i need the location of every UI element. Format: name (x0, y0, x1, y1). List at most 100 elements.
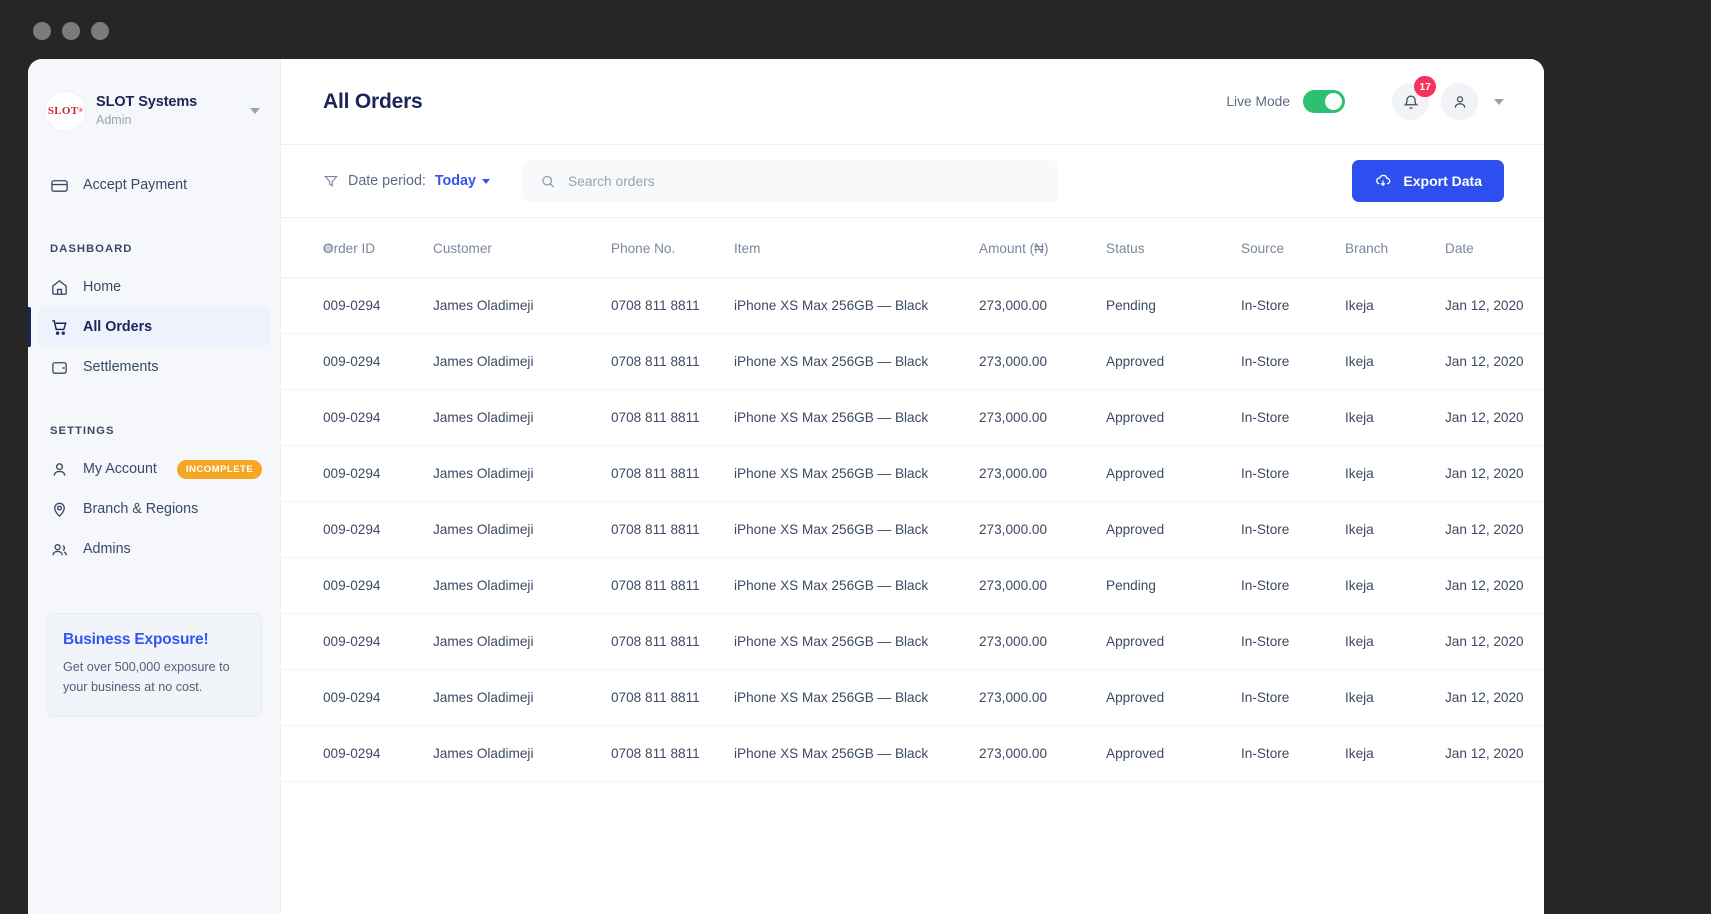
cell-status: Pending (1106, 557, 1241, 614)
cell-source: In-Store (1241, 389, 1345, 446)
column-header-source[interactable]: Source (1241, 218, 1345, 278)
promo-card-business-exposure[interactable]: Business Exposure! Get over 500,000 expo… (46, 613, 262, 718)
search-input[interactable] (567, 173, 1041, 189)
cell-item: iPhone XS Max 256GB — Black (734, 725, 979, 782)
table-row[interactable]: 009-0294 James Oladimeji 0708 811 8811 iPho… (281, 445, 1544, 502)
cell-phone: 0708 811 8811 (611, 389, 734, 446)
cell-date: Jan 12, 2020 (1445, 333, 1544, 390)
promo-title: Business Exposure! (63, 631, 209, 648)
column-header-select (281, 218, 332, 278)
live-mode-label: Live Mode (1226, 94, 1290, 109)
table-header-row: Order ID Customer Phone No. Item Amount … (281, 218, 1544, 278)
cell-amount: 273,000.00 (979, 669, 1106, 726)
filter-icon (324, 176, 338, 187)
cell-item: iPhone XS Max 256GB — Black (734, 613, 979, 670)
cell-amount: 273,000.00 (979, 277, 1106, 334)
row-status-dot-cell (281, 445, 323, 502)
table-row[interactable]: 009-0294 James Oladimeji 0708 811 8811 iPho… (281, 669, 1544, 726)
sidebar-item-admins[interactable]: Admins (38, 529, 270, 569)
column-header-branch[interactable]: Branch (1345, 218, 1445, 278)
home-icon (50, 278, 69, 297)
column-header-amount[interactable]: Amount (₦) (979, 218, 1106, 278)
search-orders-box[interactable] (522, 160, 1058, 202)
date-period-filter[interactable]: Date period: Today (323, 173, 490, 189)
column-header-status[interactable]: Status (1106, 218, 1241, 278)
sidebar-item-label: All Orders (83, 319, 153, 335)
cell-source: In-Store (1241, 613, 1345, 670)
maximize-dot[interactable] (91, 22, 109, 40)
cell-branch: Ikeja (1345, 389, 1445, 446)
toggle-knob (1325, 93, 1342, 110)
cell-date: Jan 12, 2020 (1445, 725, 1544, 782)
brand-name: SLOT Systems (96, 94, 198, 111)
cell-phone: 0708 811 8811 (611, 445, 734, 502)
cell-customer: James Oladimeji (433, 445, 611, 502)
cell-phone: 0708 811 8811 (611, 277, 734, 334)
export-data-label: Export Data (1403, 173, 1482, 189)
sidebar-item-my-account[interactable]: My Account INCOMPLETE (38, 449, 270, 489)
cell-status: Approved (1106, 389, 1241, 446)
cell-order-id: 009-0294 (323, 725, 433, 782)
cell-customer: James Oladimeji (433, 333, 611, 390)
sidebar-item-label: My Account (83, 461, 157, 477)
avatar[interactable] (1441, 83, 1478, 120)
cart-icon (50, 318, 69, 337)
row-status-dot-cell (281, 277, 323, 334)
cell-order-id: 009-0294 (323, 445, 433, 502)
cell-branch: Ikeja (1345, 669, 1445, 726)
sidebar-item-branch-regions[interactable]: Branch & Regions (38, 489, 270, 529)
bell-icon (1403, 95, 1418, 109)
table-row[interactable]: 009-0294 James Oladimeji 0708 811 8811 iPho… (281, 501, 1544, 558)
minimize-dot[interactable] (62, 22, 80, 40)
column-header-date[interactable]: Date (1445, 218, 1544, 278)
chevron-down-icon[interactable] (250, 108, 260, 114)
cell-source: In-Store (1241, 557, 1345, 614)
table-row[interactable]: 009-0294 James Oladimeji 0708 811 8811 iPho… (281, 557, 1544, 614)
window-controls (33, 22, 109, 40)
sidebar-item-label: Settlements (83, 359, 159, 375)
cloud-download-icon (1376, 174, 1391, 187)
sidebar-item-all-orders[interactable]: All Orders (28, 307, 270, 347)
cell-branch: Ikeja (1345, 445, 1445, 502)
row-status-dot-cell (281, 725, 323, 782)
sidebar-item-settlements[interactable]: Settlements (38, 347, 270, 387)
cell-source: In-Store (1241, 669, 1345, 726)
cell-order-id: 009-0294 (323, 613, 433, 670)
export-data-button[interactable]: Export Data (1352, 160, 1504, 202)
column-header-customer[interactable]: Customer (433, 218, 611, 278)
status-badge-incomplete: INCOMPLETE (176, 459, 263, 479)
table-row[interactable]: 009-0294 James Oladimeji 0708 811 8811 iPho… (281, 277, 1544, 334)
cell-date: Jan 12, 2020 (1445, 501, 1544, 558)
cell-date: Jan 12, 2020 (1445, 613, 1544, 670)
sidebar-item-home[interactable]: Home (38, 267, 270, 307)
sidebar-item-accept-payment[interactable]: Accept Payment (38, 165, 270, 205)
cell-order-id: 009-0294 (323, 557, 433, 614)
cell-customer: James Oladimeji (433, 613, 611, 670)
page-title: All Orders (323, 89, 423, 113)
cell-phone: 0708 811 8811 (611, 613, 734, 670)
column-header-order-id[interactable]: Order ID (323, 218, 433, 278)
cell-status: Approved (1106, 445, 1241, 502)
column-header-phone[interactable]: Phone No. (611, 218, 734, 278)
main-content: All Orders Live Mode 17 Date period: Tod… (281, 59, 1544, 914)
close-dot[interactable] (33, 22, 51, 40)
notifications-button[interactable]: 17 (1392, 76, 1436, 120)
brand-switcher[interactable]: SLOT ® SLOT Systems Admin (28, 85, 280, 137)
live-mode-toggle[interactable] (1303, 90, 1345, 113)
table-row[interactable]: 009-0294 James Oladimeji 0708 811 8811 iPho… (281, 333, 1544, 390)
cell-date: Jan 12, 2020 (1445, 277, 1544, 334)
sidebar-item-label: Admins (83, 541, 131, 557)
cell-phone: 0708 811 8811 (611, 725, 734, 782)
table-row[interactable]: 009-0294 James Oladimeji 0708 811 8811 iPho… (281, 613, 1544, 670)
cell-source: In-Store (1241, 333, 1345, 390)
row-status-dot-cell (281, 333, 323, 390)
pin-icon (50, 500, 69, 519)
cell-item: iPhone XS Max 256GB — Black (734, 389, 979, 446)
table-row[interactable]: 009-0294 James Oladimeji 0708 811 8811 iPho… (281, 725, 1544, 782)
topbar: All Orders Live Mode 17 (281, 59, 1544, 145)
account-chevron-down-icon[interactable] (1494, 98, 1504, 105)
cell-customer: James Oladimeji (433, 277, 611, 334)
sidebar-item-label: Accept Payment (83, 177, 188, 193)
column-header-item[interactable]: Item (734, 218, 979, 278)
table-row[interactable]: 009-0294 James Oladimeji 0708 811 8811 iPho… (281, 389, 1544, 446)
